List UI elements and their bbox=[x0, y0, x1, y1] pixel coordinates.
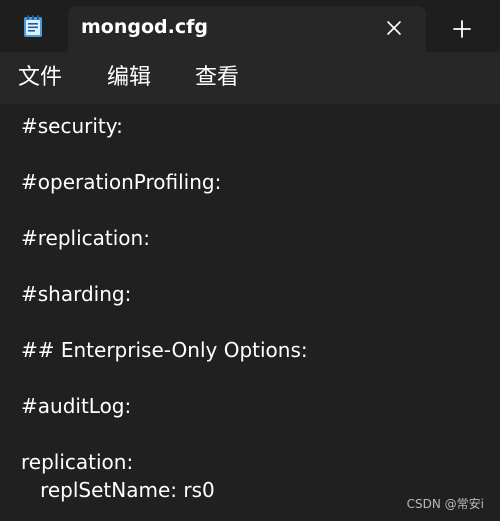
editor-content: #security: #operationProfiling: #replica… bbox=[21, 112, 490, 504]
tab-mongod-cfg[interactable]: mongod.cfg bbox=[68, 6, 426, 52]
tab-title: mongod.cfg bbox=[81, 16, 208, 38]
code-line: #replication: bbox=[21, 226, 150, 250]
menu-item-view[interactable]: 查看 bbox=[195, 63, 239, 93]
title-bar: mongod.cfg bbox=[0, 0, 500, 52]
code-line: replication: bbox=[21, 450, 134, 474]
plus-icon[interactable] bbox=[451, 18, 473, 40]
notepad-icon bbox=[21, 14, 45, 38]
code-line: #security: bbox=[21, 114, 123, 138]
code-line: ## Enterprise-Only Options: bbox=[21, 338, 308, 362]
menu-item-file[interactable]: 文件 bbox=[18, 63, 62, 93]
code-line: #operationProfiling: bbox=[21, 170, 222, 194]
menu-item-edit[interactable]: 编辑 bbox=[107, 63, 151, 93]
code-line: #sharding: bbox=[21, 282, 132, 306]
watermark: CSDN @常安i bbox=[406, 497, 484, 511]
text-editor[interactable]: #security: #operationProfiling: #replica… bbox=[0, 104, 500, 521]
menu-bar: 文件 编辑 查看 bbox=[0, 52, 500, 104]
close-icon[interactable] bbox=[384, 18, 404, 38]
code-line: #auditLog: bbox=[21, 394, 132, 418]
